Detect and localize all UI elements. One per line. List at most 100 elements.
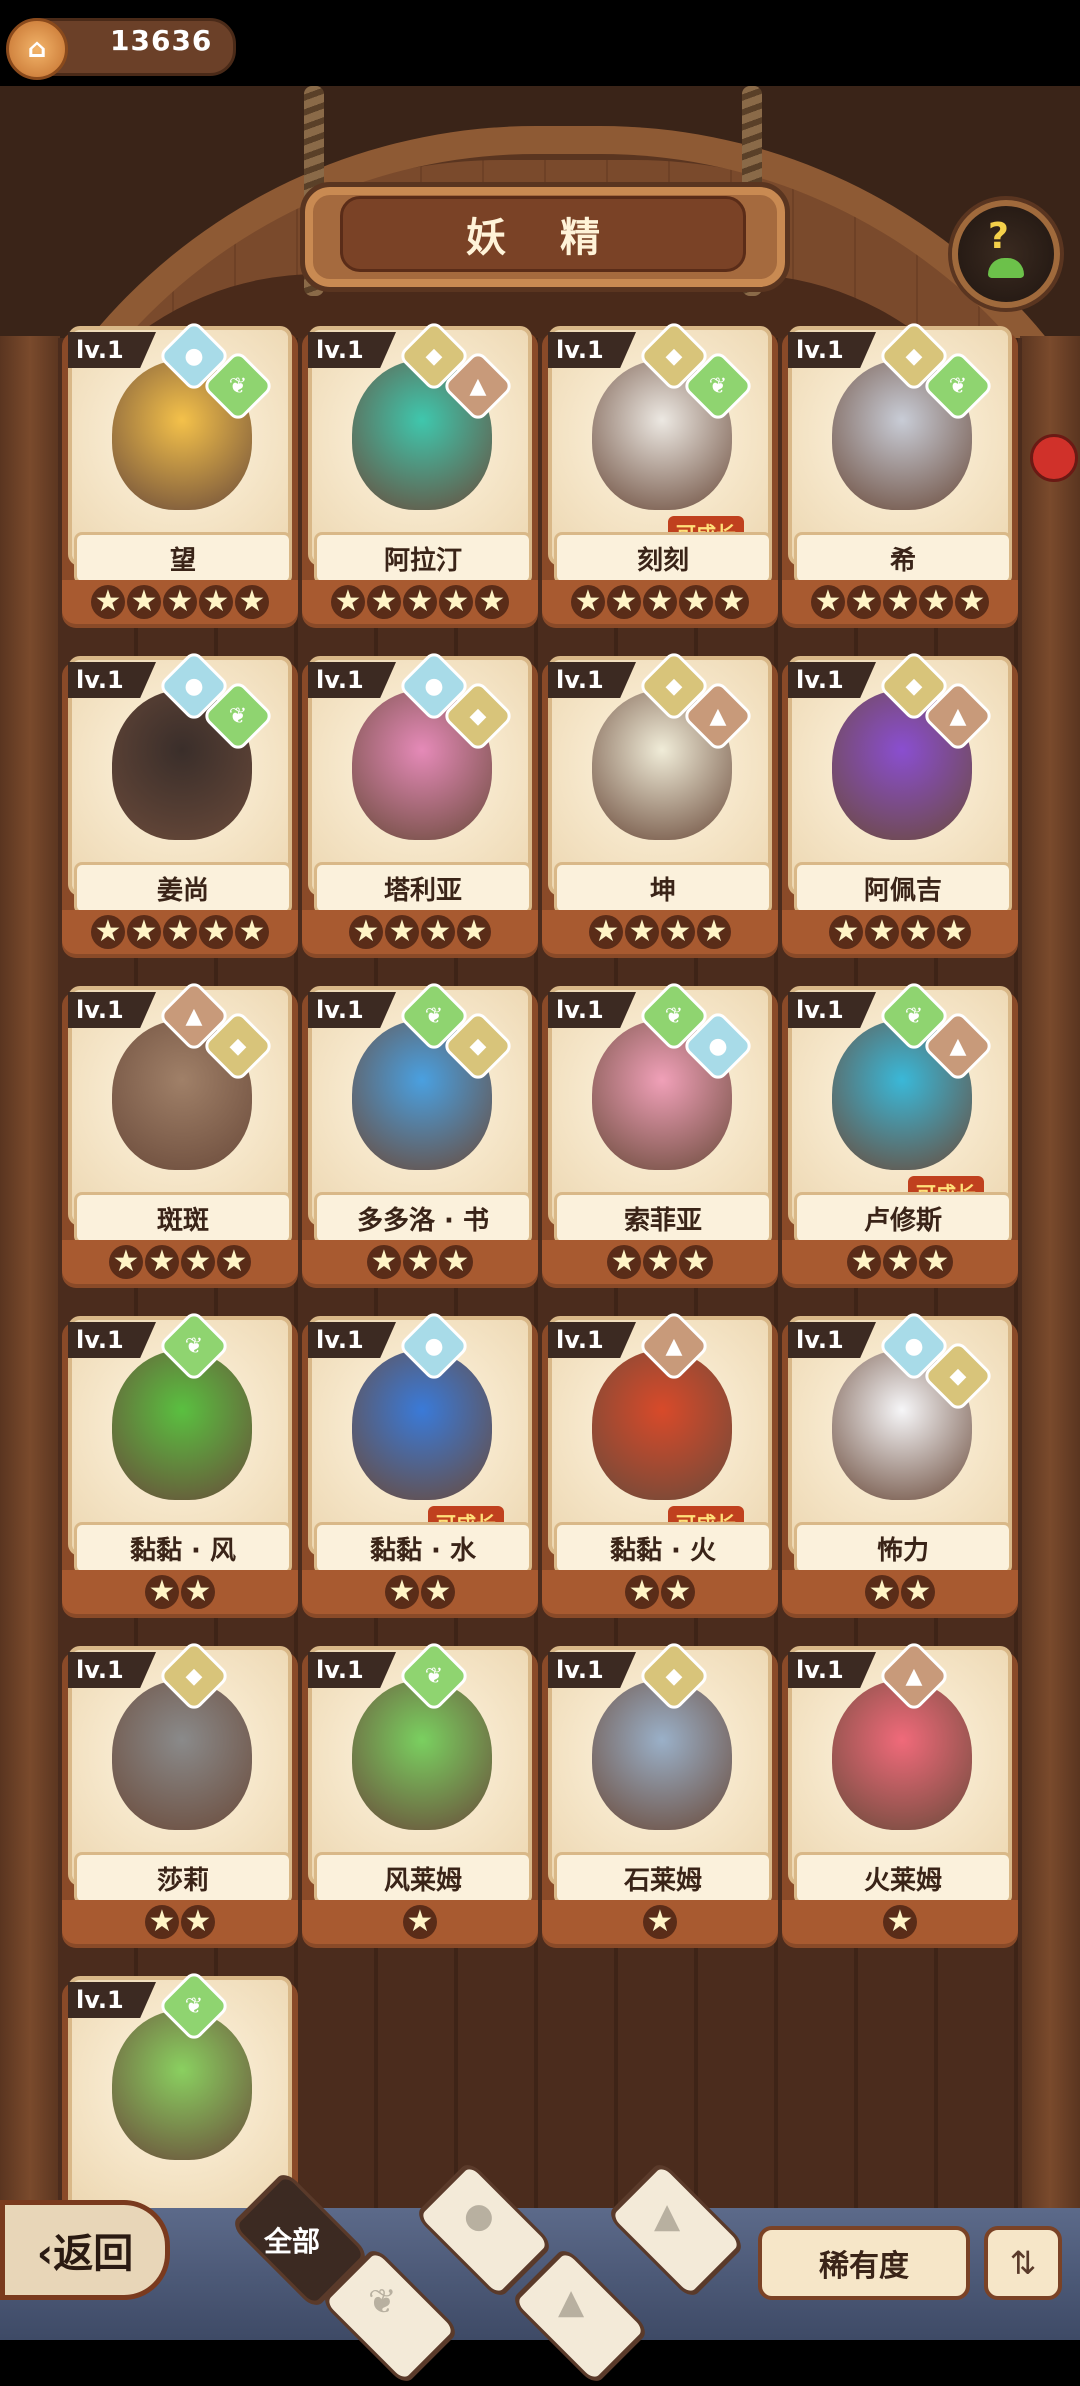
star-icon: ★ [571,585,605,619]
star-rating: ★ ★ ★ [302,1240,538,1284]
star-icon: ★ [457,915,491,949]
level-text: lv.1 [76,1986,124,2014]
star-icon: ★ [475,585,509,619]
star-icon: ★ [643,1245,677,1279]
star-rating: ★ ★ ★ ★ [302,910,538,954]
water-drop-icon: ● [464,2196,494,2236]
star-rating: ★ ★ ★ ★ ★ [542,580,778,624]
help-button[interactable]: ? [952,200,1060,308]
earth-icon: ▲ [558,2282,585,2322]
fairy-name: 卢修斯 [863,1205,942,1236]
star-icon: ★ [421,915,455,949]
name-banner: 黏黏 · 风 [74,1522,292,1574]
level-text: lv.1 [796,336,844,364]
star-icon: ★ [865,915,899,949]
fairy-card[interactable]: lv.1 ◆ ❦ 希 ★ ★ ★ ★ ★ [782,319,1018,628]
fairy-name: 黏黏 · 水 [370,1535,476,1566]
back-button[interactable]: ‹返回 [0,2200,170,2300]
name-banner: 姜尚 [74,862,292,914]
fairy-card[interactable]: lv.1 ❦ 黏黏 · 风 ★ ★ [62,1309,298,1618]
fairy-card[interactable]: lv.1 ● ◆ 怖力 ★ ★ [782,1309,1018,1618]
star-icon: ★ [679,1245,713,1279]
fairy-portrait [832,1680,972,1830]
rarity-label: 稀有度 [819,2249,909,2284]
level-text: lv.1 [316,1326,364,1354]
fairy-card[interactable]: lv.1 ❦ [62,1969,298,2232]
title-plate: 妖 精 [340,196,746,272]
level-text: lv.1 [556,996,604,1024]
level-text: lv.1 [316,996,364,1024]
star-icon: ★ [199,915,233,949]
fairy-card[interactable]: lv.1 ▲ ◆ 斑斑 ★ ★ ★ ★ [62,979,298,1288]
star-rating: ★ ★ ★ ★ ★ [782,580,1018,624]
level-text: lv.1 [76,1326,124,1354]
star-icon: ★ [625,915,659,949]
fairy-card[interactable]: lv.1▲可成长黏黏 · 火★★ [542,1309,778,1618]
fairy-card[interactable]: lv.1 ❦ ◆ 多多洛 · 书 ★ ★ ★ [302,979,538,1288]
star-icon: ★ [661,915,695,949]
fairy-card[interactable]: lv.1 ◆ 石莱姆 ★ [542,1639,778,1948]
star-icon: ★ [847,1245,881,1279]
fairy-name: 莎莉 [156,1865,209,1896]
star-rating: ★ ★ [62,1570,298,1614]
name-banner: 黏黏 · 水 [314,1522,532,1574]
name-banner: 石莱姆 [554,1852,772,1904]
level-text: lv.1 [316,666,364,694]
fairy-card[interactable]: lv.1 ◆ ▲ 阿拉汀 ★ ★ ★ ★ ★ [302,319,538,628]
fairy-name: 刻刻 [636,545,689,576]
fairy-card[interactable]: lv.1 ❦ 风莱姆 ★ [302,1639,538,1948]
star-icon: ★ [91,585,125,619]
level-text: lv.1 [796,666,844,694]
sort-order-button[interactable]: ⇅ [984,2226,1062,2300]
star-rating: ★ ★ ★ ★ [62,1240,298,1284]
star-icon: ★ [235,585,269,619]
star-icon: ★ [421,1575,455,1609]
fairy-card[interactable]: lv.1❦▲可成长卢修斯★★★ [782,979,1018,1288]
fairy-portrait [112,1680,252,1830]
fairy-card[interactable]: lv.1 ● ❦ 姜尚 ★ ★ ★ ★ ★ [62,649,298,958]
star-icon: ★ [367,1245,401,1279]
ladybug-icon[interactable] [1030,434,1078,482]
fairy-name: 黏黏 · 风 [130,1535,236,1566]
level-text: lv.1 [316,1656,364,1684]
rarity-sort-button[interactable]: 稀有度 [758,2226,970,2300]
star-icon: ★ [127,915,161,949]
name-banner: 风莱姆 [314,1852,532,1904]
fairy-name: 希 [889,545,916,576]
fairy-card[interactable]: lv.1 ❦ ● 索菲亚 ★ ★ ★ [542,979,778,1288]
star-icon: ★ [937,915,971,949]
name-banner: 希 [794,532,1012,584]
fairy-name: 望 [169,545,196,576]
level-text: lv.1 [796,996,844,1024]
page-title: 妖 精 [466,215,620,261]
star-icon: ★ [217,1245,251,1279]
star-icon: ★ [145,1245,179,1279]
fairy-name: 怖力 [876,1535,929,1566]
star-icon: ★ [955,585,989,619]
star-icon: ★ [919,585,953,619]
fairy-card[interactable]: lv.1 ◆ ▲ 坤 ★ ★ ★ ★ [542,649,778,958]
star-icon: ★ [163,915,197,949]
fairy-card[interactable]: lv.1●可成长黏黏 · 水★★ [302,1309,538,1618]
fairy-card[interactable]: lv.1◆❦可成长刻刻★★★★★ [542,319,778,628]
star-icon: ★ [403,585,437,619]
star-rating: ★ ★ ★ ★ ★ [62,580,298,624]
star-icon: ★ [661,1575,695,1609]
fairy-card[interactable]: lv.1 ◆ 莎莉 ★ ★ [62,1639,298,1948]
fire-mountain-icon: ▲ [654,2196,681,2236]
star-icon: ★ [145,1575,179,1609]
star-icon: ★ [163,585,197,619]
fairy-card[interactable]: lv.1 ● ◆ 塔利亚 ★ ★ ★ ★ [302,649,538,958]
star-rating: ★ ★ ★ [782,1240,1018,1284]
back-label-text: 返回 [53,2231,134,2277]
star-rating: ★ ★ [782,1570,1018,1614]
star-rating: ★ [542,1900,778,1944]
star-icon: ★ [181,1575,215,1609]
star-icon: ★ [403,1905,437,1939]
fairy-name: 石莱姆 [623,1865,702,1896]
star-icon: ★ [643,585,677,619]
fairy-card[interactable]: lv.1 ● ❦ 望 ★ ★ ★ ★ ★ [62,319,298,628]
fairy-card[interactable]: lv.1 ▲ 火莱姆 ★ [782,1639,1018,1948]
star-icon: ★ [715,585,749,619]
fairy-card[interactable]: lv.1 ◆ ▲ 阿佩吉 ★ ★ ★ ★ [782,649,1018,958]
